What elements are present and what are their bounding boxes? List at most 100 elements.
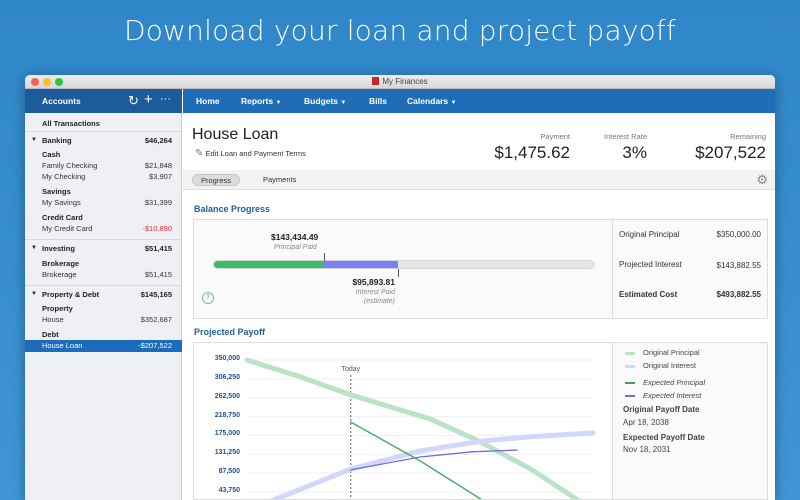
- estimated-cost-value: $493,882.55: [716, 290, 762, 299]
- legend-original-principal: Original Principal: [643, 348, 700, 357]
- app-window: My Finances Accounts ↻ + ··· All Transac…: [25, 75, 775, 500]
- subgroup-label: Savings: [42, 187, 71, 196]
- account-item[interactable]: Brokerage $51,415: [25, 269, 182, 280]
- sidebar: Accounts ↻ + ··· All Transactions ▼ Banki…: [25, 89, 182, 500]
- interest-marker: [398, 269, 400, 277]
- group-banking[interactable]: ▼ Banking $46,264: [25, 135, 182, 146]
- legend-swatch-expected-interest: [625, 395, 635, 397]
- subgroup-label: Brokerage: [42, 259, 80, 268]
- principal-paid-amount: $143,434.49: [271, 232, 319, 242]
- original-payoff-date: Apr 18, 2038: [623, 418, 669, 427]
- payoff-chart: Today: [244, 357, 596, 499]
- account-item[interactable]: My Savings $31,399: [25, 197, 182, 208]
- nav-bills[interactable]: Bills: [369, 89, 387, 113]
- projected-interest-value: $143,882.55: [716, 261, 762, 270]
- account-item[interactable]: House $352,687: [25, 314, 182, 325]
- zoom-window-button[interactable]: [55, 78, 63, 86]
- balance-progress-bar: [213, 260, 595, 269]
- subgroup-label: Cash: [42, 150, 61, 159]
- balance-progress-title: Balance Progress: [194, 204, 271, 214]
- payment-value: $1,475.62: [494, 143, 570, 162]
- payment-label: Payment: [540, 132, 570, 141]
- group-investing[interactable]: ▼ Investing $51,415: [25, 243, 182, 254]
- headline: Download your loan and project payoff: [123, 14, 677, 47]
- account-item[interactable]: My Credit Card -$10,890: [25, 223, 182, 234]
- legend-swatch-original-interest: [625, 365, 635, 368]
- item-label: All Transactions: [42, 119, 100, 128]
- interest-paid-note: (estimate): [363, 298, 395, 305]
- interest-paid-amount: $95,893.81: [352, 277, 395, 287]
- disclosure-triangle-icon[interactable]: ▼: [31, 289, 37, 300]
- projected-interest-label: Projected Interest: [619, 260, 682, 269]
- divider: [25, 239, 182, 240]
- subgroup-label: Debt: [42, 330, 59, 339]
- projected-payoff-title: Projected Payoff: [194, 327, 266, 337]
- legend-panel: Original Principal Original Interest Exp…: [612, 343, 767, 499]
- divider: [25, 131, 182, 132]
- app-icon: [372, 77, 380, 85]
- group-label: Banking: [42, 136, 72, 145]
- account-item[interactable]: My Checking $3,907: [25, 171, 182, 182]
- sidebar-item-all-transactions[interactable]: All Transactions: [25, 118, 182, 129]
- today-label: Today: [341, 366, 360, 373]
- legend-expected-interest: Expected Interest: [643, 391, 702, 400]
- disclosure-triangle-icon[interactable]: ▼: [31, 135, 37, 146]
- more-icon[interactable]: ···: [160, 93, 171, 105]
- legend-swatch-original-principal: [625, 352, 635, 355]
- tab-progress[interactable]: Progress: [192, 174, 241, 186]
- interest-paid-label: Interest Paid: [355, 289, 395, 296]
- tab-bar: Progress Payments ⚙: [183, 170, 775, 190]
- minimize-window-button[interactable]: [43, 78, 51, 86]
- tab-payments[interactable]: Payments: [255, 174, 304, 186]
- chevron-down-icon: ▼: [275, 100, 282, 106]
- principal-marker: [324, 253, 326, 261]
- gear-icon[interactable]: ⚙: [756, 172, 768, 188]
- estimated-cost-label: Estimated Cost: [619, 290, 678, 299]
- nav-bar: Home Reports ▼ Budgets ▼ Bills Calendars…: [183, 89, 775, 113]
- chevron-down-icon: ▼: [340, 100, 347, 106]
- page-title: House Loan: [192, 126, 279, 143]
- sidebar-header: Accounts: [25, 89, 182, 113]
- nav-budgets[interactable]: Budgets ▼: [304, 89, 346, 115]
- add-icon[interactable]: +: [144, 91, 153, 108]
- nav-reports[interactable]: Reports ▼: [241, 89, 281, 115]
- original-payoff-date-label: Original Payoff Date: [623, 405, 700, 414]
- subgroup-label: Property: [42, 304, 73, 313]
- original-interest-line: [269, 430, 596, 499]
- remaining-label: Remaining: [730, 132, 766, 141]
- divider: [612, 220, 613, 318]
- window-title: My Finances: [382, 77, 428, 86]
- balance-panel: $143,434.49 Principal Paid $95,893.81 In…: [193, 219, 768, 319]
- group-property-debt[interactable]: ▼ Property & Debt $145,165: [25, 289, 182, 300]
- disclosure-triangle-icon[interactable]: ▼: [31, 243, 37, 254]
- help-icon[interactable]: ?: [202, 292, 214, 304]
- legend-expected-principal: Expected Principal: [643, 378, 706, 387]
- sidebar-title: Accounts: [42, 96, 81, 106]
- edit-loan-link[interactable]: ✎ Edit Loan and Payment Terms: [195, 148, 306, 159]
- nav-calendars[interactable]: Calendars ▼: [407, 89, 456, 115]
- payoff-panel: 350,000 306,250 262,500 218,750 175,000 131,2…: [193, 342, 768, 500]
- main-content: House Loan ✎ Edit Loan and Payment Terms…: [183, 113, 775, 500]
- legend-original-interest: Original Interest: [643, 361, 696, 370]
- principal-paid-fill: [214, 261, 325, 268]
- refresh-icon[interactable]: ↻: [128, 93, 139, 109]
- expected-principal-line: [350, 421, 482, 499]
- interest-paid-fill: [324, 261, 399, 268]
- legend-swatch-expected-principal: [625, 382, 635, 384]
- original-principal-line: [244, 357, 581, 499]
- expected-payoff-date: Nov 18, 2031: [623, 445, 671, 454]
- pencil-icon: ✎: [195, 148, 204, 159]
- original-principal-value: $350,000.00: [716, 230, 762, 239]
- close-window-button[interactable]: [31, 78, 39, 86]
- chevron-down-icon: ▼: [450, 100, 457, 106]
- nav-home[interactable]: Home: [196, 89, 220, 113]
- principal-paid-label: Principal Paid: [274, 244, 317, 251]
- account-item[interactable]: Family Checking $21,848: [25, 160, 182, 171]
- account-item-selected[interactable]: House Loan -$207,522: [25, 340, 182, 352]
- remaining-value: $207,522: [695, 143, 766, 162]
- rate-value: 3%: [622, 143, 647, 162]
- original-principal-label: Original Principal: [619, 230, 680, 239]
- expected-payoff-date-label: Expected Payoff Date: [623, 433, 705, 442]
- rate-label: Interest Rate: [604, 132, 647, 141]
- divider: [25, 285, 182, 286]
